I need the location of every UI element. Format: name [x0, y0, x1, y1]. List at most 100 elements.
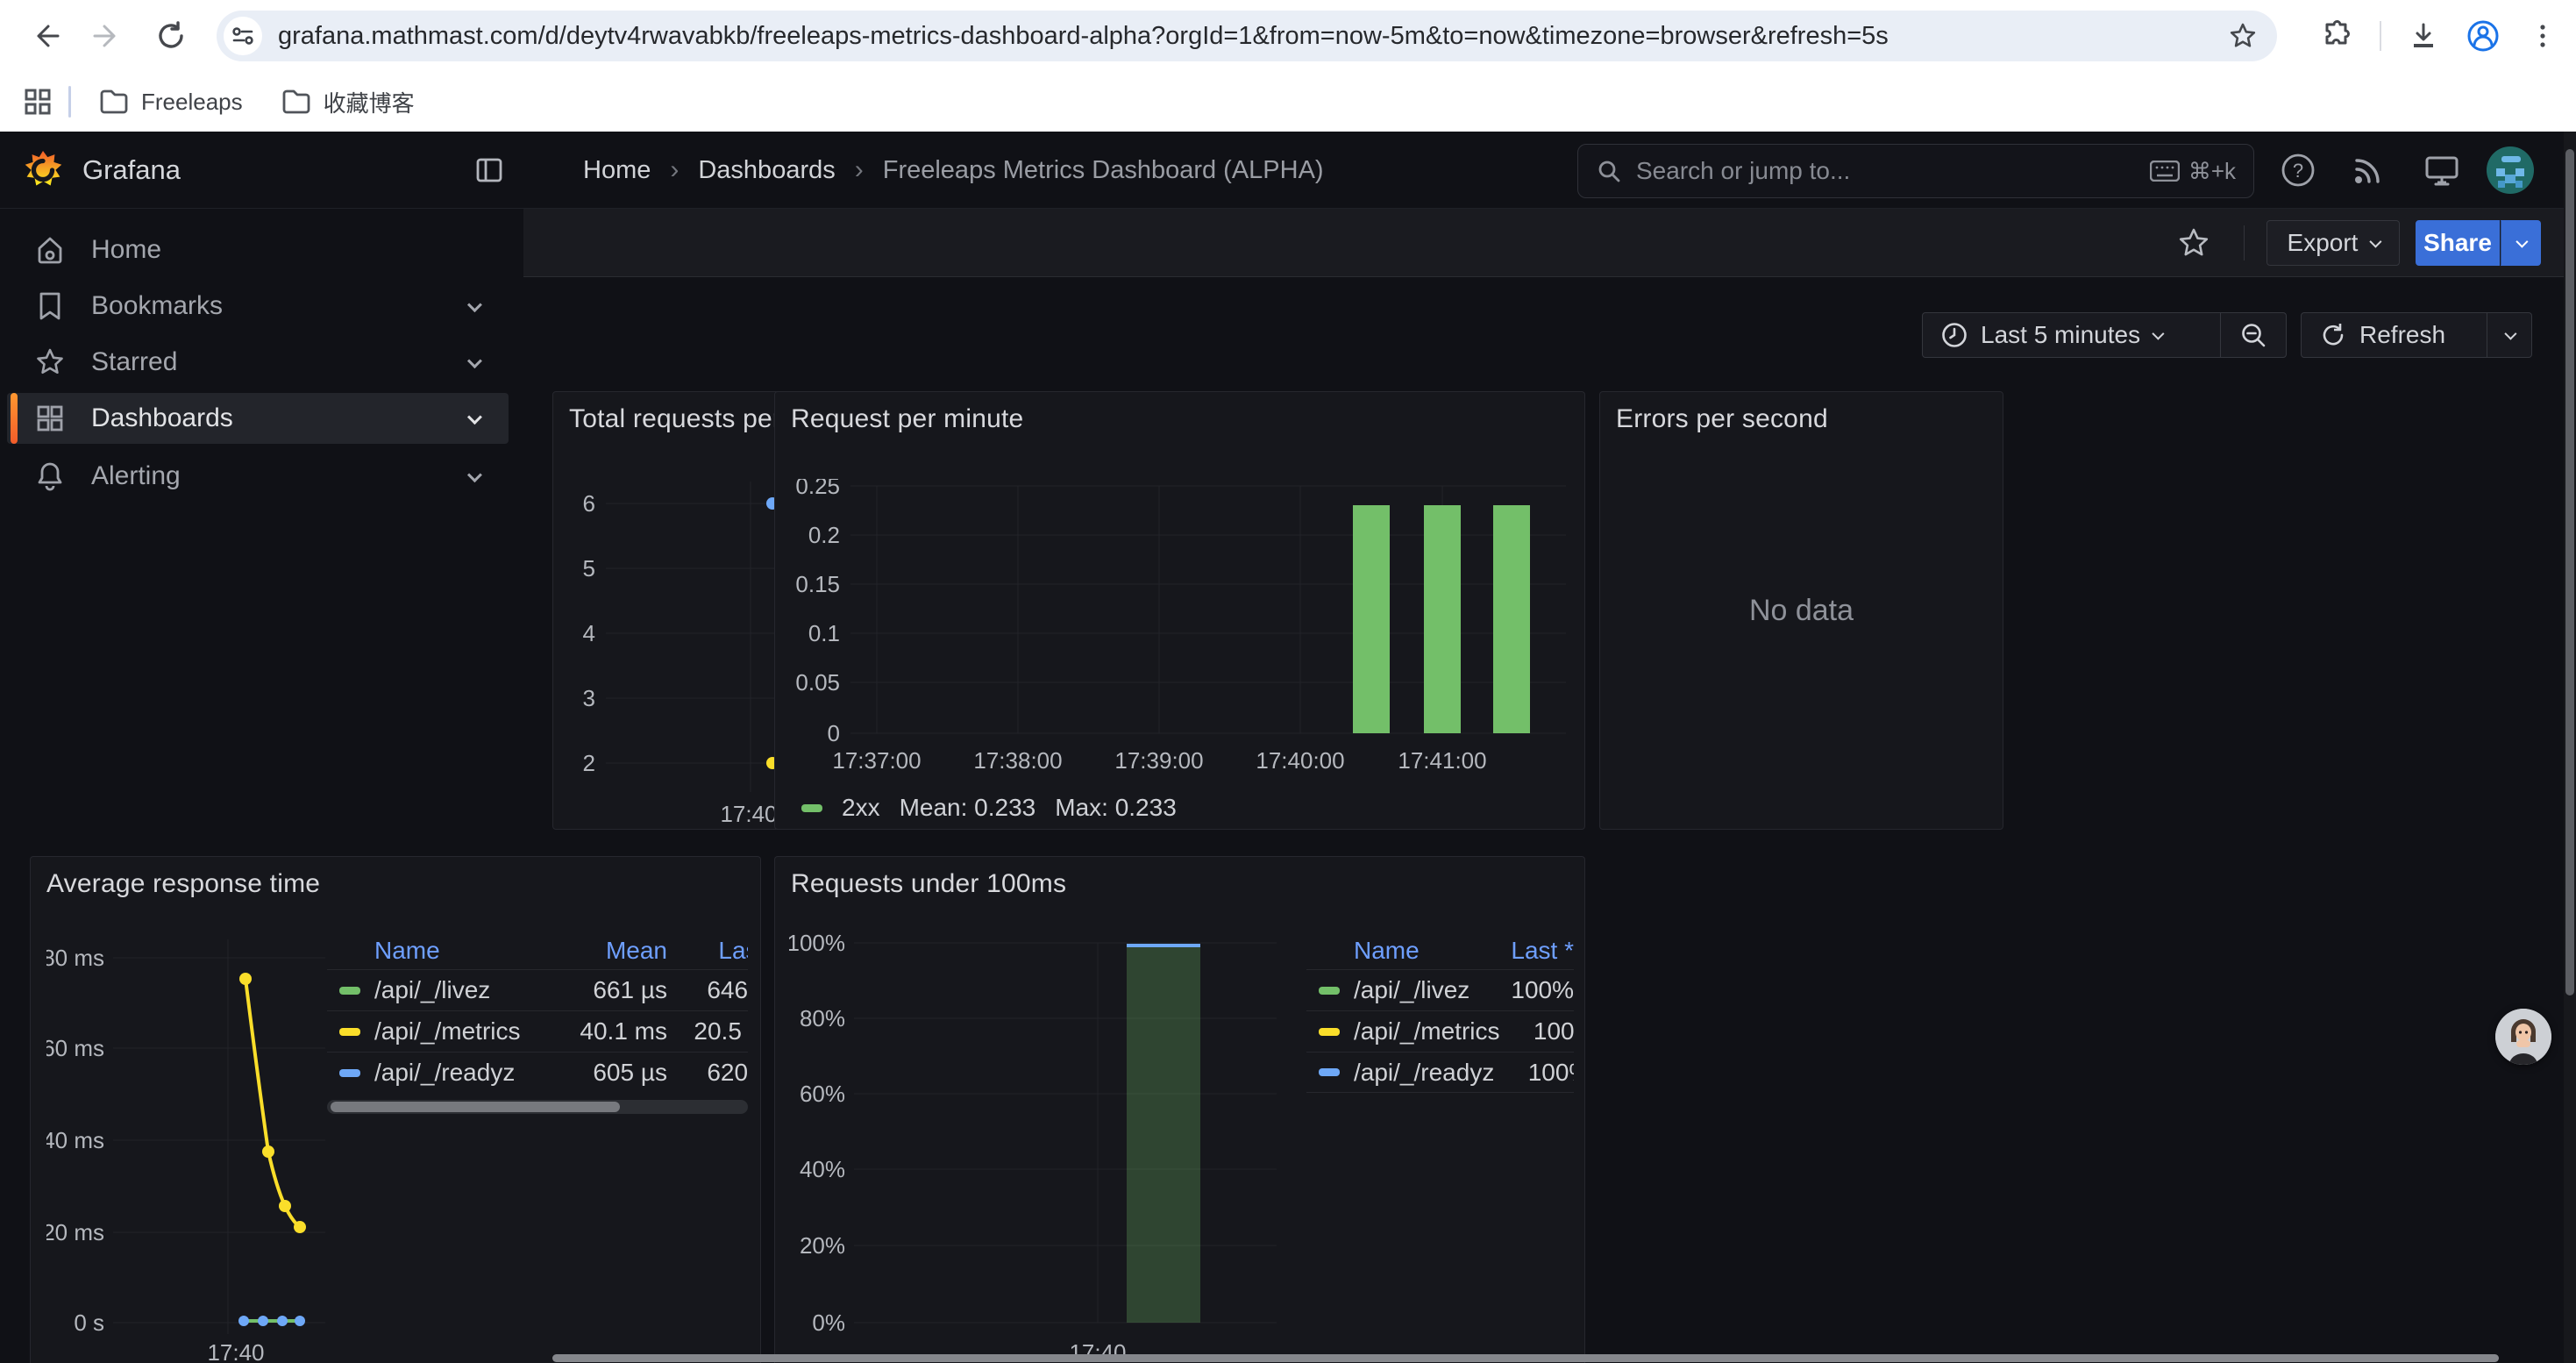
legend-table: Name Last * /api/_/livez 100% /api/_/met…	[1306, 932, 1574, 1093]
svg-text:20%: 20%	[800, 1232, 845, 1259]
series-color-swatch	[339, 987, 360, 995]
favorite-star-icon[interactable]	[2176, 225, 2211, 260]
refresh-interval-button[interactable]	[2487, 313, 2531, 357]
grafana-brand[interactable]: Grafana	[82, 154, 181, 186]
chevron-down-icon[interactable]	[467, 353, 482, 368]
horizontal-scrollbar-thumb[interactable]	[552, 1354, 2499, 1362]
legend-row[interactable]: /api/_/livez 661 µs 646 µs	[327, 969, 748, 1010]
url-input[interactable]	[278, 22, 2228, 51]
svg-text:60%: 60%	[800, 1081, 845, 1107]
export-button[interactable]: Export	[2266, 220, 2400, 266]
active-item-accent	[11, 393, 18, 444]
sidebar-item-home[interactable]: Home	[7, 225, 509, 275]
controls-divider	[2244, 225, 2245, 260]
webcam-avatar[interactable]	[2495, 1009, 2551, 1065]
chevron-down-icon[interactable]	[467, 467, 482, 482]
zoom-out-button[interactable]	[2221, 313, 2286, 357]
time-range-button[interactable]: Last 5 minutes	[1923, 313, 2220, 357]
breadcrumb-dashboards[interactable]: Dashboards	[698, 156, 835, 185]
page-scrollbar[interactable]	[2564, 132, 2576, 1363]
search-bar[interactable]: ⌘+k	[1577, 144, 2254, 198]
sidebar-item-starred[interactable]: Starred	[7, 337, 509, 388]
avatar-illustration	[2495, 1009, 2551, 1065]
series-color-swatch	[1319, 1028, 1340, 1036]
scrollbar-thumb[interactable]	[2565, 149, 2574, 995]
svg-text:0: 0	[828, 720, 840, 746]
rss-news-icon[interactable]	[2339, 132, 2397, 209]
legend-row[interactable]: /api/_/metrics 40.1 ms 20.5 ms	[327, 1010, 748, 1052]
grafana-logo-icon[interactable]	[23, 150, 63, 190]
svg-text:17:40: 17:40	[207, 1339, 264, 1363]
user-avatar[interactable]	[2481, 132, 2539, 209]
extensions-icon[interactable]	[2322, 20, 2353, 52]
reload-icon[interactable]	[147, 12, 195, 60]
keyboard-icon	[2150, 161, 2180, 182]
forward-icon[interactable]	[84, 12, 132, 60]
apps-grid-icon[interactable]	[23, 87, 53, 117]
legend-scrollbar[interactable]	[327, 1100, 748, 1114]
request-per-minute-chart: 0.25 0.2 0.15 0.1 0.05 0 17:37:00 17:38:…	[789, 479, 1578, 777]
column-name[interactable]: Name	[1354, 937, 1477, 965]
series-mean: Mean: 0.233	[900, 794, 1036, 822]
svg-text:20 ms: 20 ms	[46, 1219, 104, 1245]
chevron-down-icon[interactable]	[467, 297, 482, 312]
sidebar-item-alerting[interactable]: Alerting	[7, 451, 509, 502]
svg-text:0%: 0%	[812, 1309, 845, 1336]
address-bar[interactable]	[217, 11, 2277, 61]
chevron-down-icon	[2152, 328, 2164, 340]
legend-row[interactable]: /api/_/metrics 100%	[1306, 1010, 1574, 1052]
sidebar-item-bookmarks[interactable]: Bookmarks	[7, 281, 509, 332]
chevron-down-icon	[2516, 236, 2528, 248]
series-max: Max: 0.233	[1055, 794, 1177, 822]
refresh-button[interactable]: Refresh	[2302, 313, 2487, 357]
svg-text:3: 3	[583, 685, 595, 711]
menu-icon[interactable]	[2527, 20, 2558, 52]
svg-text:4: 4	[583, 620, 595, 646]
sidebar-item-dashboards[interactable]: Dashboards	[7, 393, 509, 444]
panel-title[interactable]: Average response time	[46, 869, 320, 899]
refresh-control: Refresh	[2301, 312, 2532, 358]
monitor-icon[interactable]	[2413, 132, 2471, 209]
panel-errors-per-second: Errors per second No data	[1599, 391, 2003, 830]
search-icon	[1596, 158, 1622, 184]
help-icon[interactable]: ?	[2269, 132, 2327, 209]
svg-text:0 s: 0 s	[74, 1309, 104, 1336]
search-shortcut: ⌘+k	[2150, 158, 2236, 185]
svg-text:5: 5	[583, 555, 595, 582]
series-name: 2xx	[842, 794, 880, 822]
profile-icon[interactable]	[2466, 18, 2501, 54]
breadcrumb-home[interactable]: Home	[583, 156, 651, 185]
refresh-icon	[2319, 321, 2347, 349]
chevron-down-icon[interactable]	[467, 410, 482, 425]
breadcrumb-separator: ›	[670, 155, 679, 185]
site-info-icon[interactable]	[224, 17, 262, 55]
requests-under-100ms-chart: 100% 80% 60% 40% 20% 0% 17:40	[789, 931, 1280, 1363]
svg-text:2: 2	[583, 750, 595, 776]
svg-text:0.1: 0.1	[808, 620, 840, 646]
bookmark-star-icon[interactable]	[2228, 21, 2258, 51]
sidebar-item-label: Bookmarks	[91, 291, 468, 321]
svg-text:17:37:00: 17:37:00	[832, 747, 921, 774]
search-input[interactable]	[1636, 157, 2136, 185]
legend-row[interactable]: /api/_/readyz 100%	[1306, 1052, 1574, 1093]
legend-row[interactable]: /api/_/livez 100%	[1306, 969, 1574, 1010]
column-mean[interactable]: Mean	[536, 937, 667, 965]
folder-icon	[281, 89, 311, 115]
downloads-icon[interactable]	[2408, 20, 2439, 52]
column-last[interactable]: Last *	[1477, 937, 1574, 965]
dashboard-controls: Export Share	[523, 209, 2576, 277]
svg-text:0.25: 0.25	[795, 479, 840, 499]
legend-row[interactable]: /api/_/readyz 605 µs 620 µs	[327, 1052, 748, 1093]
panel-title[interactable]: Requests under 100ms	[791, 869, 1066, 899]
sidebar-collapse-icon[interactable]	[473, 154, 505, 186]
column-name[interactable]: Name	[374, 937, 536, 965]
panel-title[interactable]: Request per minute	[791, 404, 1023, 434]
back-icon[interactable]	[21, 12, 68, 60]
share-dropdown-button[interactable]	[2501, 220, 2541, 266]
legend-inline[interactable]: 2xx Mean: 0.233 Max: 0.233	[801, 794, 1177, 822]
svg-text:60 ms: 60 ms	[46, 1035, 104, 1061]
column-last[interactable]: Last *	[667, 937, 748, 965]
share-button[interactable]: Share	[2416, 220, 2500, 266]
bookmark-folder-blogs[interactable]: 收藏博客	[269, 79, 427, 125]
bookmark-folder-freeleaps[interactable]: Freeleaps	[87, 82, 255, 123]
